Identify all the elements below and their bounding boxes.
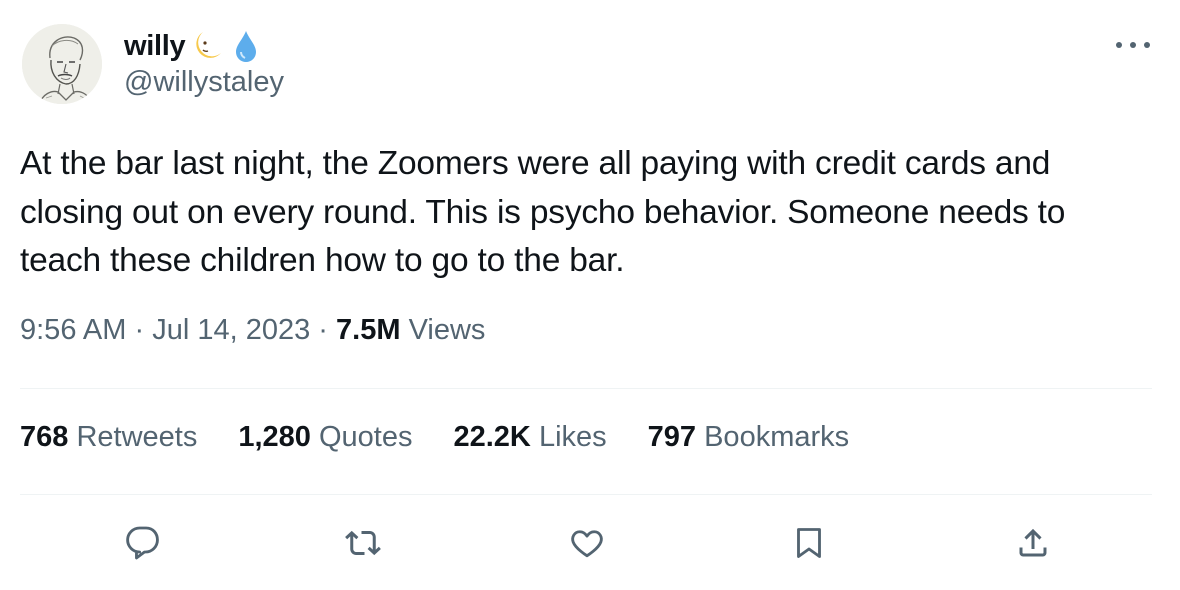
stat-count: 797 [647,421,697,453]
views-label: Views [408,314,486,346]
author-avatar[interactable] [22,24,102,104]
tweet-text: At the bar last night, the Zoomers were … [20,145,1066,279]
bookmark-button[interactable] [786,520,832,566]
retweet-icon [345,530,381,556]
stat-count: 22.2K [453,421,531,453]
share-icon [1019,528,1047,557]
stat-bookmarks[interactable]: 797 Bookmarks [648,421,850,454]
divider [20,388,1152,389]
views-count: 7.5M [336,314,401,346]
stat-likes[interactable]: 22.2K Likes [453,421,606,454]
action-bar [0,520,1180,570]
crescent-moon-face-icon [191,29,225,63]
avatar-sketch-image [22,24,102,104]
meta-separator: · [134,314,145,346]
more-dot [1116,42,1122,48]
stat-label: Retweets [76,421,198,453]
author-name-row[interactable]: willy [124,26,259,66]
tweet-meta: 9:56 AM · Jul 14, 2023 · 7.5M Views [20,314,485,347]
bookmark-icon [797,528,821,558]
more-dot [1130,42,1136,48]
stat-label: Quotes [318,421,413,453]
stat-count: 768 [20,421,69,453]
stat-label: Likes [538,421,607,453]
reply-icon [126,526,159,560]
stat-quotes[interactable]: 1,280 Quotes [238,421,412,454]
author-handle[interactable]: @willystaley [124,66,284,99]
droplet-icon [233,29,259,63]
reply-button[interactable] [120,520,166,566]
more-options-icon[interactable] [1116,40,1150,50]
stat-label: Bookmarks [704,421,850,453]
stat-count: 1,280 [238,421,311,453]
tweet-stats: 768 Retweets 1,280 Quotes 22.2K Likes 79… [20,421,890,454]
meta-separator: · [318,314,328,346]
divider [20,494,1152,495]
like-icon [571,530,603,558]
stat-retweets[interactable]: 768 Retweets [20,421,197,454]
more-dot [1144,42,1150,48]
author-name[interactable]: willy [124,30,186,63]
retweet-button[interactable] [340,520,386,566]
tweet-date[interactable]: Jul 14, 2023 [152,314,310,346]
share-button[interactable] [1010,520,1056,566]
tweet-time[interactable]: 9:56 AM [20,314,126,346]
like-button[interactable] [564,520,610,566]
